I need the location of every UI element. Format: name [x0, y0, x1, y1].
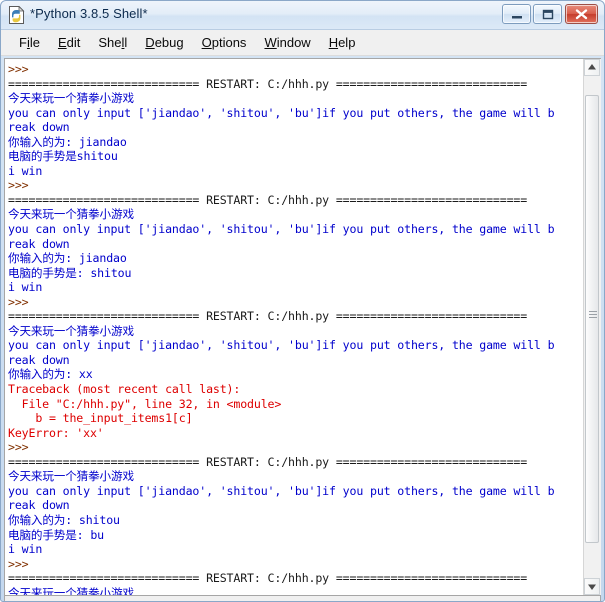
- status-bar: Ln: 37 Col: 6: [4, 596, 601, 601]
- scrollbar-grip-icon: [589, 311, 597, 320]
- console-line: 电脑的手势是shitou: [8, 149, 118, 164]
- console-line: 今天来玩一个猜拳小游戏: [8, 469, 134, 484]
- console-line: 你输入的为: jiandao: [8, 134, 127, 149]
- console-line: >>>: [8, 440, 29, 455]
- console-line: you can only input ['jiandao', 'shitou',…: [8, 483, 555, 498]
- menu-label-debug: Debug: [145, 35, 184, 50]
- console-line: 你输入的为: shitou: [8, 512, 120, 527]
- vertical-scrollbar[interactable]: [583, 59, 601, 595]
- console-line: KeyError: 'xx': [8, 425, 104, 440]
- console-line: 今天来玩一个猜拳小游戏: [8, 91, 134, 106]
- console-line: ============================ RESTART: C:…: [8, 454, 528, 469]
- menu-label-edit: Edit: [57, 35, 81, 50]
- menu-item-file[interactable]: File: [10, 32, 49, 53]
- console-line: i win: [8, 542, 43, 557]
- menu-label-window: Window: [264, 35, 311, 50]
- shell-text-region: >>> ============================ RESTART:…: [4, 58, 601, 596]
- console-line: reak down: [8, 352, 70, 367]
- shell-output-area[interactable]: >>> ============================ RESTART:…: [5, 59, 583, 595]
- minimize-button[interactable]: [502, 4, 531, 24]
- console-line: b = the_input_items1[c]: [8, 411, 193, 426]
- console-line: reak down: [8, 498, 70, 513]
- menu-label-shell: Shell: [98, 35, 128, 50]
- console-line: 今天来玩一个猜拳小游戏: [8, 207, 134, 222]
- menu-item-debug[interactable]: Debug: [136, 32, 192, 53]
- console-line: >>>: [8, 178, 29, 193]
- console-line: Traceback (most recent call last):: [8, 382, 241, 397]
- menu-label-options: Options: [201, 35, 247, 50]
- menu-item-help[interactable]: Help: [320, 32, 365, 53]
- console-line: ============================ RESTART: C:…: [8, 76, 528, 91]
- console-line: i win: [8, 163, 43, 178]
- menu-item-window[interactable]: Window: [255, 32, 319, 53]
- console-line: reak down: [8, 236, 70, 251]
- console-line: 电脑的手势是: shitou: [8, 265, 132, 280]
- window-title: *Python 3.8.5 Shell*: [30, 6, 148, 21]
- menu-item-options[interactable]: Options: [193, 32, 256, 53]
- console-line: reak down: [8, 120, 70, 135]
- close-button[interactable]: [565, 4, 598, 24]
- menu-item-shell[interactable]: Shell: [89, 32, 136, 53]
- maximize-button[interactable]: [533, 4, 562, 24]
- console-line: you can only input ['jiandao', 'shitou',…: [8, 338, 555, 353]
- title-bar: *Python 3.8.5 Shell*: [1, 1, 604, 30]
- console-line: ============================ RESTART: C:…: [8, 192, 528, 207]
- console-line: you can only input ['jiandao', 'shitou',…: [8, 222, 555, 237]
- console-line: ============================ RESTART: C:…: [8, 309, 528, 324]
- menu-label-file: File: [19, 35, 40, 50]
- console-line: 你输入的为: xx: [8, 367, 93, 382]
- scroll-down-arrow[interactable]: [584, 578, 600, 595]
- console-line: 今天来玩一个猜拳小游戏: [8, 323, 134, 338]
- idle-shell-window: *Python 3.8.5 Shell* File Edit Shell Deb…: [0, 0, 605, 602]
- console-line: File "C:/hhh.py", line 32, in <module>: [8, 396, 282, 411]
- console-line: 电脑的手势是: bu: [8, 527, 104, 542]
- console-line: >>>: [8, 294, 29, 309]
- console-line: >>>: [8, 62, 29, 76]
- menu-item-edit[interactable]: Edit: [49, 32, 89, 53]
- menu-bar: File Edit Shell Debug Options Window Hel…: [1, 30, 604, 56]
- console-line: ============================ RESTART: C:…: [8, 571, 528, 586]
- scrollbar-thumb[interactable]: [585, 95, 599, 543]
- scroll-up-arrow[interactable]: [584, 59, 600, 76]
- console-line: >>>: [8, 556, 29, 571]
- menu-label-help: Help: [328, 35, 356, 50]
- console-line: 你输入的为: jiandao: [8, 251, 127, 266]
- console-line: 今天来玩一个猜拳小游戏: [8, 585, 134, 595]
- console-line: you can only input ['jiandao', 'shitou',…: [8, 105, 555, 120]
- console-line: i win: [8, 280, 43, 295]
- python-file-icon: [8, 5, 25, 24]
- console-text: >>> ============================ RESTART:…: [8, 62, 583, 595]
